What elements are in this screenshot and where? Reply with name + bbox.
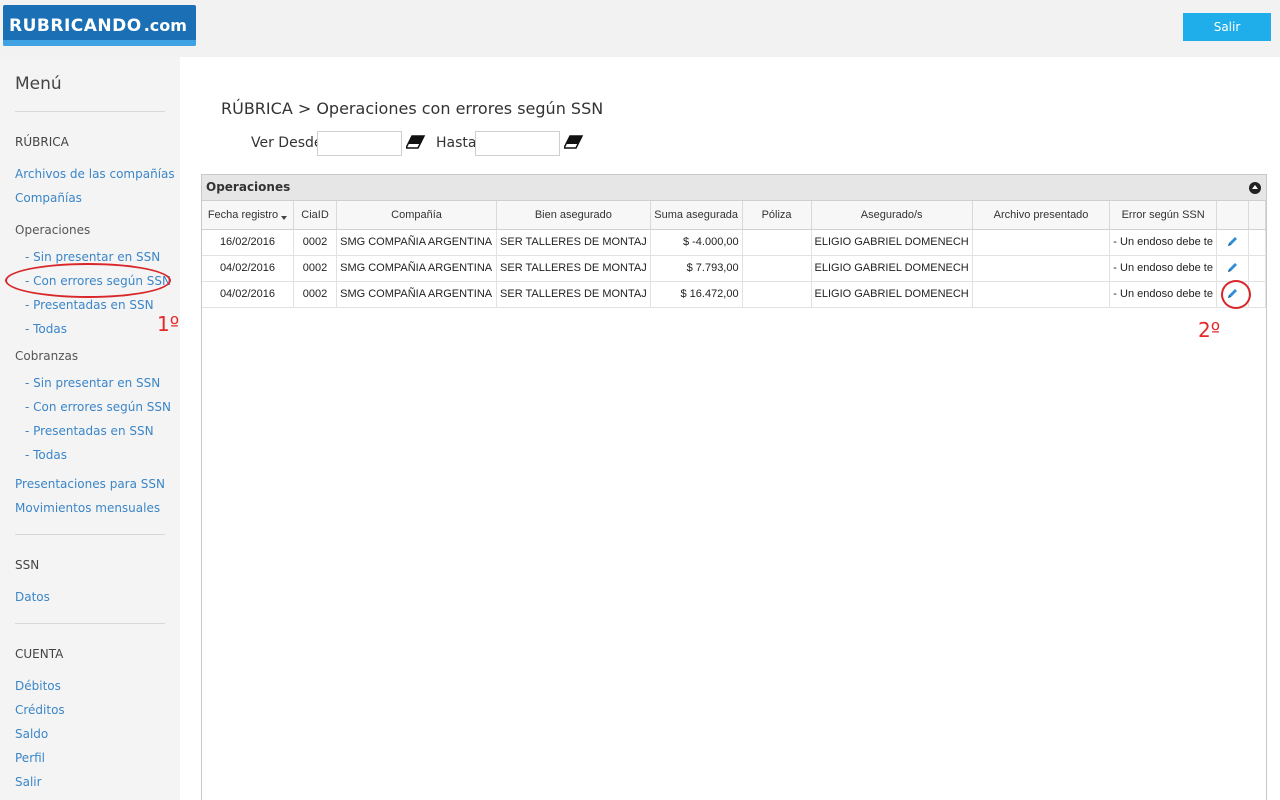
sidebar-divider [15, 534, 165, 535]
cell-bien: SER TALLERES DE MONTAJ [496, 281, 651, 308]
logout-button[interactable]: Salir [1183, 13, 1271, 41]
sidebar-item-cob-presentadas[interactable]: - Presentadas en SSN [25, 424, 154, 438]
sidebar-item-saldo[interactable]: Saldo [15, 727, 48, 741]
column-header-poliza[interactable]: Póliza [742, 201, 812, 230]
sidebar-item-perfil[interactable]: Perfil [15, 751, 45, 765]
cell-error: - Un endoso debe te [1109, 255, 1217, 282]
group-cobranzas: Cobranzas [15, 349, 79, 363]
column-header-asegurado[interactable]: Asegurado/s [811, 201, 973, 230]
cell-poliza [742, 229, 812, 256]
cell-spacer [1248, 255, 1267, 282]
breadcrumb: RÚBRICA > Operaciones con errores según … [221, 99, 604, 118]
cell-compania: SMG COMPAÑIA ARGENTINA [336, 255, 498, 282]
table-row[interactable]: 04/02/2016 0002 SMG COMPAÑIA ARGENTINA S… [202, 255, 1267, 282]
cell-bien: SER TALLERES DE MONTAJ [496, 255, 651, 282]
cell-error: - Un endoso debe te [1109, 281, 1217, 308]
section-rubrica: RÚBRICA [15, 135, 69, 149]
sidebar-divider [15, 111, 165, 112]
logo-text: RUBRICANDO [9, 15, 142, 36]
column-header-spacer [1248, 201, 1267, 230]
column-header-bien[interactable]: Bien asegurado [496, 201, 651, 230]
clear-to-eraser-icon[interactable] [564, 134, 584, 150]
cell-archivo [972, 281, 1111, 308]
sidebar-item-cob-todas[interactable]: - Todas [25, 448, 67, 462]
sidebar-item-creditos[interactable]: Créditos [15, 703, 65, 717]
annotation-step1: 1º [157, 312, 180, 336]
cell-fecha: 04/02/2016 [202, 281, 294, 308]
group-operaciones: Operaciones [15, 223, 91, 237]
sort-desc-icon [281, 215, 288, 220]
operations-table: Fecha registro CiaID Compañía Bien asegu… [202, 201, 1267, 308]
cell-suma: $ -4.000,00 [650, 229, 743, 256]
annotation-ellipse-step1 [5, 263, 171, 298]
column-header-compania[interactable]: Compañía [336, 201, 498, 230]
cell-compania: SMG COMPAÑIA ARGENTINA [336, 229, 498, 256]
sidebar-item-cob-con-errores[interactable]: - Con errores según SSN [25, 400, 171, 414]
logo-suffix: .com [143, 16, 187, 35]
sidebar-item-datos[interactable]: Datos [15, 590, 50, 604]
sidebar-item-companias[interactable]: Compañías [15, 191, 82, 205]
cell-poliza [742, 255, 812, 282]
cell-ciaid: 0002 [293, 281, 338, 308]
operations-panel: Operaciones Fecha registro CiaID Compañí… [201, 174, 1267, 800]
panel-header: Operaciones [202, 175, 1266, 201]
cell-ciaid: 0002 [293, 255, 338, 282]
sidebar-item-op-sin-presentar[interactable]: - Sin presentar en SSN [25, 250, 160, 264]
top-header: RUBRICANDO .com Salir [0, 0, 1280, 57]
edit-pencil-icon[interactable] [1225, 235, 1239, 249]
logo-band [3, 40, 196, 46]
cell-asegurado: ELIGIO GABRIEL DOMENECH [811, 255, 973, 282]
cell-poliza [742, 281, 812, 308]
cell-fecha: 04/02/2016 [202, 255, 294, 282]
filter-from-label: Ver Desde [251, 135, 323, 151]
cell-spacer [1248, 229, 1267, 256]
table-header-row: Fecha registro CiaID Compañía Bien asegu… [202, 201, 1267, 230]
cell-fecha: 16/02/2016 [202, 229, 294, 256]
sidebar-item-archivos[interactable]: Archivos de las compañías [15, 167, 175, 181]
annotation-step2: 2º [1198, 318, 1221, 342]
table-row[interactable]: 04/02/2016 0002 SMG COMPAÑIA ARGENTINA S… [202, 281, 1267, 308]
cell-ciaid: 0002 [293, 229, 338, 256]
column-header-actions [1216, 201, 1249, 230]
section-ssn: SSN [15, 558, 40, 572]
sidebar-item-op-todas[interactable]: - Todas [25, 322, 67, 336]
cell-suma: $ 16.472,00 [650, 281, 743, 308]
clear-from-eraser-icon[interactable] [406, 134, 426, 150]
cell-archivo [972, 255, 1111, 282]
cell-error: - Un endoso debe te [1109, 229, 1217, 256]
cell-actions [1216, 229, 1249, 256]
sidebar-item-presentaciones[interactable]: Presentaciones para SSN [15, 477, 165, 491]
section-cuenta: CUENTA [15, 647, 64, 661]
column-header-error[interactable]: Error según SSN [1109, 201, 1217, 230]
sidebar-item-movimientos[interactable]: Movimientos mensuales [15, 501, 160, 515]
edit-pencil-icon[interactable] [1225, 261, 1239, 275]
sidebar-item-cob-sin-presentar[interactable]: - Sin presentar en SSN [25, 376, 160, 390]
cell-suma: $ 7.793,00 [650, 255, 743, 282]
column-header-archivo[interactable]: Archivo presentado [972, 201, 1111, 230]
panel-title: Operaciones [206, 180, 291, 194]
date-to-input[interactable] [475, 131, 560, 156]
column-header-fecha[interactable]: Fecha registro [202, 201, 294, 230]
filter-to-label: Hasta [436, 135, 477, 151]
sidebar-item-debitos[interactable]: Débitos [15, 679, 61, 693]
cell-asegurado: ELIGIO GABRIEL DOMENECH [811, 229, 973, 256]
table-row[interactable]: 16/02/2016 0002 SMG COMPAÑIA ARGENTINA S… [202, 229, 1267, 256]
column-header-ciaid[interactable]: CiaID [293, 201, 338, 230]
sidebar-divider [15, 623, 165, 624]
rubricando-logo[interactable]: RUBRICANDO .com [3, 5, 196, 46]
sidebar-item-op-presentadas[interactable]: - Presentadas en SSN [25, 298, 154, 312]
cell-compania: SMG COMPAÑIA ARGENTINA [336, 281, 498, 308]
date-from-input[interactable] [317, 131, 402, 156]
cell-bien: SER TALLERES DE MONTAJ [496, 229, 651, 256]
annotation-circle-step2 [1221, 280, 1251, 309]
cell-archivo [972, 229, 1111, 256]
collapse-icon[interactable] [1249, 182, 1261, 194]
sidebar: Menú RÚBRICA Archivos de las compañías C… [0, 57, 180, 800]
menu-title: Menú [15, 74, 62, 94]
column-header-suma[interactable]: Suma asegurada [650, 201, 743, 230]
cell-asegurado: ELIGIO GABRIEL DOMENECH [811, 281, 973, 308]
sidebar-item-salir[interactable]: Salir [15, 775, 42, 789]
cell-actions [1216, 255, 1249, 282]
